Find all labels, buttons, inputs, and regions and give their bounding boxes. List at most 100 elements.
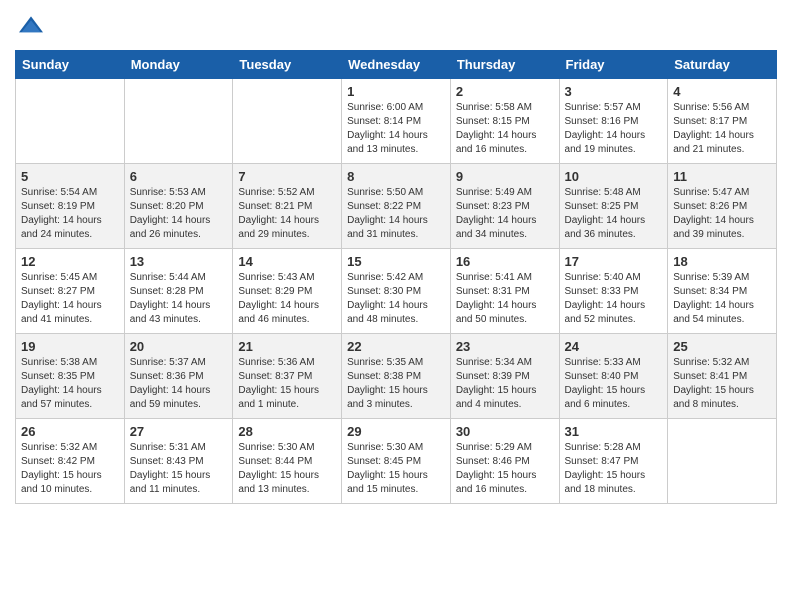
calendar-cell: 10 Sunrise: 5:48 AM Sunset: 8:25 PM Dayli… xyxy=(559,164,668,249)
day-number: 14 xyxy=(238,254,336,269)
day-detail: Sunrise: 5:43 AM Sunset: 8:29 PM Dayligh… xyxy=(238,271,336,327)
logo-icon xyxy=(15,10,47,42)
day-detail: Sunrise: 5:38 AM Sunset: 8:35 PM Dayligh… xyxy=(21,356,119,412)
calendar-cell: 1Sunrise: 6:00 AM Sunset: 8:14 PM Daylig… xyxy=(342,79,451,164)
calendar-table: SundayMondayTuesdayWednesdayThursdayFrid… xyxy=(15,50,777,504)
header-saturday: Saturday xyxy=(668,51,777,79)
calendar-week-row: 5Sunrise: 5:54 AM Sunset: 8:19 PM Daylig… xyxy=(16,164,777,249)
day-number: 13 xyxy=(130,254,228,269)
header-sunday: Sunday xyxy=(16,51,125,79)
header-friday: Friday xyxy=(559,51,668,79)
logo xyxy=(15,10,51,42)
calendar-cell: 16Sunrise: 5:41 AM Sunset: 8:31 PM Dayli… xyxy=(450,249,559,334)
day-detail: Sunrise: 5:47 AM Sunset: 8:26 PM Dayligh… xyxy=(673,186,771,242)
day-detail: Sunrise: 5:32 AM Sunset: 8:42 PM Dayligh… xyxy=(21,441,119,497)
calendar-cell: 3Sunrise: 5:57 AM Sunset: 8:16 PM Daylig… xyxy=(559,79,668,164)
calendar-page: SundayMondayTuesdayWednesdayThursdayFrid… xyxy=(0,0,792,519)
calendar-week-row: 1Sunrise: 6:00 AM Sunset: 8:14 PM Daylig… xyxy=(16,79,777,164)
calendar-cell: 24 Sunrise: 5:33 AM Sunset: 8:40 PM Dayli… xyxy=(559,334,668,419)
calendar-cell: 21 Sunrise: 5:36 AM Sunset: 8:37 PM Dayli… xyxy=(233,334,342,419)
day-number: 29 xyxy=(347,424,445,439)
day-detail: Sunrise: 5:35 AM Sunset: 8:38 PM Dayligh… xyxy=(347,356,445,412)
day-detail: Sunrise: 5:49 AM Sunset: 8:23 PM Dayligh… xyxy=(456,186,554,242)
day-detail: Sunrise: 5:29 AM Sunset: 8:46 PM Dayligh… xyxy=(456,441,554,497)
day-number: 4 xyxy=(673,84,771,99)
day-number: 6 xyxy=(130,169,228,184)
day-detail: Sunrise: 5:58 AM Sunset: 8:15 PM Dayligh… xyxy=(456,101,554,157)
day-detail: Sunrise: 5:39 AM Sunset: 8:34 PM Dayligh… xyxy=(673,271,771,327)
day-number: 5 xyxy=(21,169,119,184)
calendar-cell: 23Sunrise: 5:34 AM Sunset: 8:39 PM Dayli… xyxy=(450,334,559,419)
day-detail: Sunrise: 5:44 AM Sunset: 8:28 PM Dayligh… xyxy=(130,271,228,327)
calendar-cell: 7 Sunrise: 5:52 AM Sunset: 8:21 PM Daylig… xyxy=(233,164,342,249)
calendar-week-row: 12 Sunrise: 5:45 AM Sunset: 8:27 PM Dayli… xyxy=(16,249,777,334)
calendar-cell xyxy=(233,79,342,164)
day-detail: Sunrise: 5:32 AM Sunset: 8:41 PM Dayligh… xyxy=(673,356,771,412)
day-detail: Sunrise: 5:52 AM Sunset: 8:21 PM Dayligh… xyxy=(238,186,336,242)
day-number: 28 xyxy=(238,424,336,439)
calendar-cell: 19 Sunrise: 5:38 AM Sunset: 8:35 PM Dayli… xyxy=(16,334,125,419)
day-number: 9 xyxy=(456,169,554,184)
day-number: 18 xyxy=(673,254,771,269)
day-number: 30 xyxy=(456,424,554,439)
calendar-cell: 27Sunrise: 5:31 AM Sunset: 8:43 PM Dayli… xyxy=(124,419,233,504)
day-number: 16 xyxy=(456,254,554,269)
calendar-cell: 15Sunrise: 5:42 AM Sunset: 8:30 PM Dayli… xyxy=(342,249,451,334)
day-number: 7 xyxy=(238,169,336,184)
header-monday: Monday xyxy=(124,51,233,79)
day-number: 22 xyxy=(347,339,445,354)
day-number: 8 xyxy=(347,169,445,184)
calendar-cell: 14 Sunrise: 5:43 AM Sunset: 8:29 PM Dayli… xyxy=(233,249,342,334)
calendar-header-row: SundayMondayTuesdayWednesdayThursdayFrid… xyxy=(16,51,777,79)
calendar-cell: 8 Sunrise: 5:50 AM Sunset: 8:22 PM Daylig… xyxy=(342,164,451,249)
calendar-cell: 13 Sunrise: 5:44 AM Sunset: 8:28 PM Dayli… xyxy=(124,249,233,334)
calendar-cell: 20Sunrise: 5:37 AM Sunset: 8:36 PM Dayli… xyxy=(124,334,233,419)
day-detail: Sunrise: 5:37 AM Sunset: 8:36 PM Dayligh… xyxy=(130,356,228,412)
calendar-cell: 26 Sunrise: 5:32 AM Sunset: 8:42 PM Dayli… xyxy=(16,419,125,504)
header-thursday: Thursday xyxy=(450,51,559,79)
calendar-cell: 18 Sunrise: 5:39 AM Sunset: 8:34 PM Dayli… xyxy=(668,249,777,334)
day-number: 19 xyxy=(21,339,119,354)
day-detail: Sunrise: 5:30 AM Sunset: 8:44 PM Dayligh… xyxy=(238,441,336,497)
day-number: 31 xyxy=(565,424,663,439)
day-number: 25 xyxy=(673,339,771,354)
day-detail: Sunrise: 5:50 AM Sunset: 8:22 PM Dayligh… xyxy=(347,186,445,242)
day-number: 2 xyxy=(456,84,554,99)
day-detail: Sunrise: 5:34 AM Sunset: 8:39 PM Dayligh… xyxy=(456,356,554,412)
calendar-cell: 12 Sunrise: 5:45 AM Sunset: 8:27 PM Dayli… xyxy=(16,249,125,334)
day-number: 3 xyxy=(565,84,663,99)
day-detail: Sunrise: 5:36 AM Sunset: 8:37 PM Dayligh… xyxy=(238,356,336,412)
day-detail: Sunrise: 5:30 AM Sunset: 8:45 PM Dayligh… xyxy=(347,441,445,497)
calendar-week-row: 19 Sunrise: 5:38 AM Sunset: 8:35 PM Dayli… xyxy=(16,334,777,419)
calendar-week-row: 26 Sunrise: 5:32 AM Sunset: 8:42 PM Dayli… xyxy=(16,419,777,504)
day-detail: Sunrise: 5:40 AM Sunset: 8:33 PM Dayligh… xyxy=(565,271,663,327)
day-number: 11 xyxy=(673,169,771,184)
day-detail: Sunrise: 5:53 AM Sunset: 8:20 PM Dayligh… xyxy=(130,186,228,242)
day-detail: Sunrise: 5:31 AM Sunset: 8:43 PM Dayligh… xyxy=(130,441,228,497)
calendar-cell: 11 Sunrise: 5:47 AM Sunset: 8:26 PM Dayli… xyxy=(668,164,777,249)
calendar-cell: 6 Sunrise: 5:53 AM Sunset: 8:20 PM Daylig… xyxy=(124,164,233,249)
day-number: 24 xyxy=(565,339,663,354)
day-number: 17 xyxy=(565,254,663,269)
day-number: 21 xyxy=(238,339,336,354)
day-number: 26 xyxy=(21,424,119,439)
calendar-cell xyxy=(16,79,125,164)
day-number: 1 xyxy=(347,84,445,99)
day-number: 12 xyxy=(21,254,119,269)
day-detail: Sunrise: 5:28 AM Sunset: 8:47 PM Dayligh… xyxy=(565,441,663,497)
day-detail: Sunrise: 5:45 AM Sunset: 8:27 PM Dayligh… xyxy=(21,271,119,327)
calendar-cell: 9 Sunrise: 5:49 AM Sunset: 8:23 PM Daylig… xyxy=(450,164,559,249)
day-number: 15 xyxy=(347,254,445,269)
day-number: 10 xyxy=(565,169,663,184)
calendar-cell: 28 Sunrise: 5:30 AM Sunset: 8:44 PM Dayli… xyxy=(233,419,342,504)
calendar-cell: 29 Sunrise: 5:30 AM Sunset: 8:45 PM Dayli… xyxy=(342,419,451,504)
calendar-cell: 22 Sunrise: 5:35 AM Sunset: 8:38 PM Dayli… xyxy=(342,334,451,419)
header-tuesday: Tuesday xyxy=(233,51,342,79)
calendar-cell xyxy=(668,419,777,504)
header-wednesday: Wednesday xyxy=(342,51,451,79)
calendar-cell xyxy=(124,79,233,164)
calendar-cell: 31 Sunrise: 5:28 AM Sunset: 8:47 PM Dayli… xyxy=(559,419,668,504)
day-detail: Sunrise: 5:48 AM Sunset: 8:25 PM Dayligh… xyxy=(565,186,663,242)
day-detail: Sunrise: 5:33 AM Sunset: 8:40 PM Dayligh… xyxy=(565,356,663,412)
calendar-cell: 30 Sunrise: 5:29 AM Sunset: 8:46 PM Dayli… xyxy=(450,419,559,504)
